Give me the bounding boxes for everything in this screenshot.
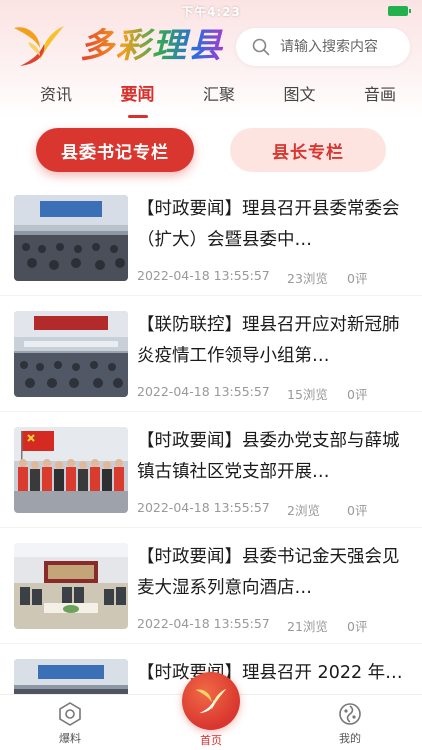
nav-home-label: 首页	[200, 734, 222, 747]
news-meta: 2022-04-18 13:55:57 15浏览 0评	[137, 384, 367, 403]
app-title: 多彩理县	[80, 22, 224, 70]
news-date: 2022-04-18 13:55:57	[137, 268, 270, 283]
news-meta: 2022-04-18 13:55:57 21浏览 0评	[137, 616, 367, 635]
news-meta: 2022-04-18 13:55:57 2浏览 0评	[137, 500, 367, 519]
news-comments: 0评	[347, 387, 368, 402]
news-views: 15浏览	[287, 387, 328, 402]
news-title: 【时政要闻】县委书记金天强会见麦大湿系列意向酒店…	[137, 547, 400, 598]
news-thumbnail	[14, 659, 128, 694]
news-comments: 0评	[347, 619, 368, 634]
news-item[interactable]: 【时政要闻】县委办党支部与薛城镇古镇社区党支部开展… 2022-04-18 13…	[0, 412, 422, 528]
profile-icon	[339, 703, 361, 725]
search-icon	[252, 38, 270, 56]
news-date: 2022-04-18 13:55:57	[137, 500, 270, 515]
news-views: 2浏览	[287, 503, 320, 518]
news-item[interactable]: 【联防联控】理县召开应对新冠肺炎疫情工作领导小组第… 2022-04-18 13…	[0, 296, 422, 412]
news-title: 【时政要闻】理县召开 2022 年…	[137, 663, 403, 683]
news-list: 【时政要闻】理县召开县委常委会（扩大）会暨县委中… 2022-04-18 13:…	[0, 180, 422, 694]
news-title: 【联防联控】理县召开应对新冠肺炎疫情工作领导小组第…	[137, 315, 400, 366]
news-thumbnail	[14, 427, 128, 513]
tab-news[interactable]: 资讯	[40, 80, 72, 114]
news-date: 2022-04-18 13:55:57	[137, 616, 270, 631]
news-thumbnail	[14, 311, 128, 397]
search-input[interactable]	[280, 39, 400, 55]
news-comments: 0评	[347, 271, 368, 286]
nav-tipoff[interactable]: 爆料	[40, 701, 100, 746]
news-comments: 0评	[347, 503, 368, 518]
tab-aggregate[interactable]: 汇聚	[203, 80, 235, 114]
news-item[interactable]: 【时政要闻】县委书记金天强会见麦大湿系列意向酒店… 2022-04-18 13:…	[0, 528, 422, 644]
app-logo-icon	[14, 26, 64, 66]
news-views: 23浏览	[287, 271, 328, 286]
tab-audio-video[interactable]: 音画	[364, 80, 396, 114]
category-tabs: 资讯 要闻 汇聚 图文 音画	[0, 80, 422, 114]
nav-tipoff-label: 爆料	[59, 732, 81, 745]
tipoff-icon	[59, 702, 81, 726]
tab-headlines[interactable]: 要闻	[121, 80, 155, 114]
battery-icon	[388, 6, 411, 16]
nav-mine-label: 我的	[339, 732, 361, 745]
search-bar[interactable]	[236, 28, 410, 66]
tab-photo-text[interactable]: 图文	[283, 80, 315, 114]
news-item[interactable]: 【时政要闻】理县召开县委常委会（扩大）会暨县委中… 2022-04-18 13:…	[0, 180, 422, 296]
news-thumbnail	[14, 195, 128, 281]
home-logo-icon	[195, 688, 227, 714]
nav-mine[interactable]: 我的	[320, 701, 380, 746]
county-head-column-button[interactable]: 县长专栏	[230, 128, 386, 172]
status-bar: 下午4:23	[0, 0, 422, 22]
news-title: 【时政要闻】县委办党支部与薛城镇古镇社区党支部开展…	[137, 431, 400, 482]
status-time: 下午4:23	[181, 5, 241, 19]
news-date: 2022-04-18 13:55:57	[137, 384, 270, 399]
party-secretary-column-button[interactable]: 县委书记专栏	[36, 128, 194, 172]
news-meta: 2022-04-18 13:55:57 23浏览 0评	[137, 268, 367, 287]
news-thumbnail	[14, 543, 128, 629]
home-button[interactable]	[182, 672, 240, 730]
news-title: 【时政要闻】理县召开县委常委会（扩大）会暨县委中…	[137, 199, 400, 250]
nav-home[interactable]: 首页	[181, 729, 241, 748]
news-views: 21浏览	[287, 619, 328, 634]
